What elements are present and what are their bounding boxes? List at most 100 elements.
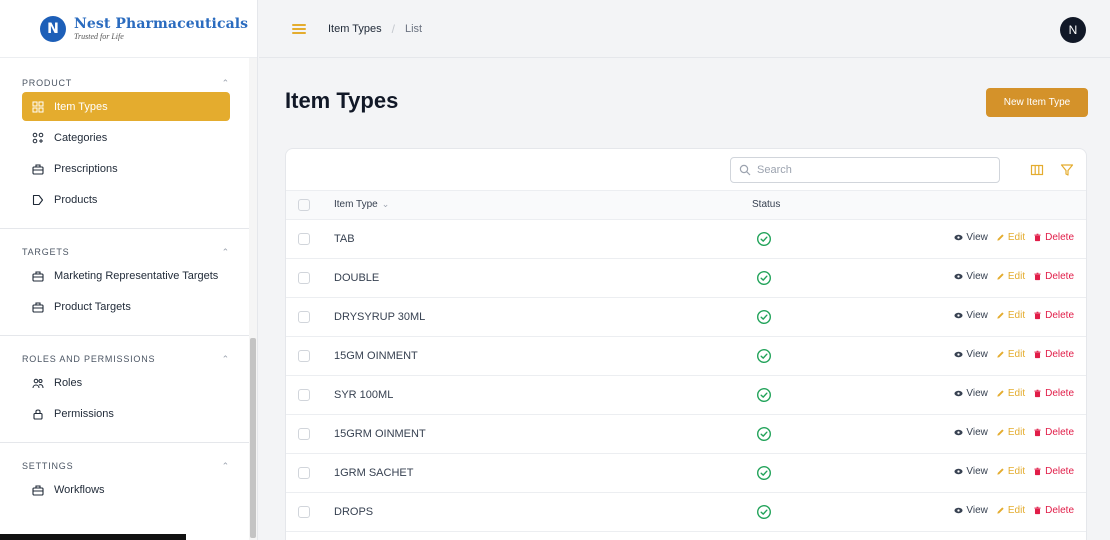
delete-button[interactable]: Delete (1033, 310, 1074, 321)
brand[interactable]: N Nest Pharmaceuticals Trusted for Life (0, 0, 257, 58)
item-type-name: 15GRM OINMENT (334, 427, 426, 440)
row-checkbox[interactable] (298, 388, 310, 401)
sidebar-item-label: Workflows (54, 483, 105, 496)
table-toolbar (286, 149, 1086, 191)
brand-name: Nest Pharmaceuticals (74, 15, 249, 32)
edit-button[interactable]: Edit (996, 232, 1025, 243)
sidebar-item-label: Products (54, 193, 98, 206)
select-all-checkbox[interactable] (298, 198, 310, 211)
eye-icon (954, 234, 963, 241)
search-box[interactable] (730, 156, 1000, 183)
sidebar-section-header[interactable]: SETTINGS ⌃ (22, 459, 230, 473)
sidebar-item-label: Marketing Representative Targets (54, 269, 219, 282)
chevron-up-icon[interactable]: ⌃ (222, 354, 230, 365)
view-button[interactable]: View (954, 505, 988, 516)
delete-button[interactable]: Delete (1033, 466, 1074, 477)
sidebar-item-categories[interactable]: Categories (22, 123, 230, 152)
table-row: SYR 100ML View Edit Delete (286, 375, 1086, 414)
sidebar-section-header[interactable]: TARGETS ⌃ (22, 245, 230, 259)
edit-button[interactable]: Edit (996, 427, 1025, 438)
avatar[interactable]: N (1060, 17, 1086, 43)
row-checkbox[interactable] (298, 310, 310, 323)
sidebar-section-title: ROLES AND PERMISSIONS (22, 354, 156, 364)
sidebar-divider (0, 335, 250, 336)
sidebar-section-product: PRODUCT ⌃ Item Types Categories Prescription… (0, 58, 250, 214)
item-type-name: TAB (334, 232, 355, 245)
briefcase-icon (32, 484, 44, 496)
columns-icon[interactable] (1030, 163, 1044, 177)
status-active-icon (756, 231, 772, 246)
sidebar-section-header[interactable]: PRODUCT ⌃ (22, 76, 230, 90)
eye-icon (954, 273, 963, 280)
row-checkbox[interactable] (298, 232, 310, 245)
delete-button[interactable]: Delete (1033, 427, 1074, 438)
view-button[interactable]: View (954, 232, 988, 243)
trash-icon (1034, 233, 1041, 242)
view-button[interactable]: View (954, 271, 988, 282)
row-checkbox[interactable] (298, 505, 310, 518)
sidebar-item-product-targets[interactable]: Product Targets (22, 292, 230, 321)
sidebar-item-products[interactable]: Products (22, 185, 230, 214)
edit-button[interactable]: Edit (996, 271, 1025, 282)
view-button[interactable]: View (954, 349, 988, 360)
sidebar-item-workflows[interactable]: Workflows (22, 475, 230, 504)
search-input[interactable] (757, 163, 977, 176)
delete-button[interactable]: Delete (1033, 505, 1074, 516)
breadcrumb-item-types[interactable]: Item Types (328, 23, 382, 35)
chevron-up-icon[interactable]: ⌃ (222, 461, 230, 472)
row-checkbox[interactable] (298, 466, 310, 479)
chevron-up-icon[interactable]: ⌃ (222, 247, 230, 258)
sidebar-scrollbar[interactable] (249, 58, 257, 540)
edit-label: Edit (1007, 310, 1026, 321)
pencil-icon (997, 234, 1004, 241)
eye-icon (954, 312, 963, 319)
tag-icon (32, 194, 44, 205)
sidebar-section-header[interactable]: ROLES AND PERMISSIONS ⌃ (22, 352, 230, 366)
topbar: Item Types / List N (259, 0, 1110, 58)
brand-tagline: Trusted for Life (74, 31, 124, 41)
sidebar-item-marketing-representative-targets[interactable]: Marketing Representative Targets (22, 261, 230, 290)
filter-icon[interactable] (1060, 163, 1074, 177)
new-item-type-button[interactable]: New Item Type (986, 88, 1088, 117)
menu-icon[interactable] (292, 23, 306, 34)
delete-button[interactable]: Delete (1033, 388, 1074, 399)
edit-button[interactable]: Edit (996, 349, 1025, 360)
grid-icon (32, 101, 44, 112)
delete-button[interactable]: Delete (1033, 271, 1074, 282)
item-type-name: 1GRM SACHET (334, 466, 414, 479)
delete-button[interactable]: Delete (1033, 232, 1074, 243)
row-checkbox[interactable] (298, 427, 310, 440)
trash-icon (1034, 467, 1041, 476)
edit-label: Edit (1007, 271, 1026, 282)
pencil-icon (997, 429, 1004, 436)
sidebar-item-item-types[interactable]: Item Types (22, 92, 230, 121)
edit-button[interactable]: Edit (996, 310, 1025, 321)
row-checkbox[interactable] (298, 271, 310, 284)
view-button[interactable]: View (954, 427, 988, 438)
table-row: 15GM OINMENT View Edit Delete (286, 336, 1086, 375)
edit-button[interactable]: Edit (996, 466, 1025, 477)
delete-label: Delete (1045, 505, 1074, 516)
edit-button[interactable]: Edit (996, 505, 1025, 516)
column-header-item-type[interactable]: Item Type ⌄ (334, 191, 752, 219)
sort-icon[interactable]: ⌄ (382, 199, 390, 209)
users-icon (32, 378, 44, 388)
row-checkbox[interactable] (298, 349, 310, 362)
briefcase-icon (32, 270, 44, 282)
sidebar-scroll-thumb[interactable] (250, 338, 256, 538)
table-header-row: Item Type ⌄ Status (286, 191, 1086, 219)
sidebar-item-prescriptions[interactable]: Prescriptions (22, 154, 230, 183)
sidebar-item-permissions[interactable]: Permissions (22, 399, 230, 428)
view-button[interactable]: View (954, 388, 988, 399)
chevron-up-icon[interactable]: ⌃ (222, 78, 230, 89)
delete-button[interactable]: Delete (1033, 349, 1074, 360)
delete-label: Delete (1045, 349, 1074, 360)
sidebar-section-roles-and-permissions: ROLES AND PERMISSIONS ⌃ Roles Permissions (0, 352, 250, 428)
sidebar-item-label: Roles (54, 376, 83, 389)
edit-button[interactable]: Edit (996, 388, 1025, 399)
trash-icon (1034, 506, 1041, 515)
sidebar-item-roles[interactable]: Roles (22, 368, 230, 397)
view-button[interactable]: View (954, 466, 988, 477)
status-active-icon (756, 309, 772, 324)
view-button[interactable]: View (954, 310, 988, 321)
